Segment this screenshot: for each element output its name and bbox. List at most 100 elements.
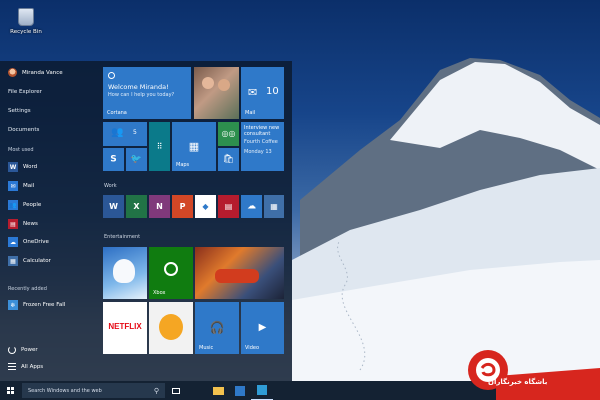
- nav-settings[interactable]: Settings: [8, 108, 31, 114]
- onedrive-icon: ☁: [8, 237, 18, 247]
- mail-icon: ✉: [8, 181, 18, 191]
- news-tile[interactable]: ▤: [218, 195, 239, 218]
- music-tile[interactable]: 🎧 Music: [195, 302, 239, 354]
- nav-documents[interactable]: Documents: [8, 127, 39, 133]
- start-menu: Miranda Vance File Explorer Settings Doc…: [0, 61, 292, 381]
- search-box[interactable]: Search Windows and the web ⚲: [22, 383, 165, 398]
- news-icon: ▤: [224, 201, 233, 211]
- app-people[interactable]: 👥 People: [8, 200, 41, 210]
- headphones-icon: 🎧: [209, 320, 225, 335]
- file-explorer-icon: [212, 386, 224, 395]
- cortana-label: Cortana: [107, 110, 127, 116]
- recycle-bin-label: Recycle Bin: [10, 29, 42, 35]
- nav-file-explorer[interactable]: File Explorer: [8, 89, 42, 95]
- user-name: Miranda Vance: [22, 69, 63, 76]
- recently-added-heading: Recently added: [8, 286, 47, 292]
- video-tile[interactable]: ▶ Video: [241, 302, 284, 354]
- app-label: Word: [23, 164, 38, 170]
- mail-label: Mail: [245, 110, 256, 116]
- excel-tile[interactable]: X: [126, 195, 147, 218]
- photo-face: [218, 79, 230, 91]
- app-news[interactable]: ▤ News: [8, 219, 38, 229]
- calculator-tile[interactable]: ▦: [264, 195, 284, 218]
- news-icon: ▤: [8, 219, 18, 229]
- twitter-icon: 🐦: [130, 154, 143, 164]
- powerpoint-tile[interactable]: P: [172, 195, 193, 218]
- app-label: People: [23, 202, 42, 208]
- photo-face: [202, 77, 214, 89]
- app-onedrive[interactable]: ☁ OneDrive: [8, 237, 49, 247]
- task-view-button[interactable]: [165, 381, 187, 400]
- netflix-logo: NETFLIX: [108, 322, 142, 331]
- edge-button[interactable]: [229, 381, 251, 400]
- work-heading: Work: [104, 183, 117, 189]
- user-account[interactable]: Miranda Vance: [8, 68, 63, 77]
- app-frozen-free-fall[interactable]: ❄ Frozen Free Fall: [8, 300, 65, 310]
- power-icon: [8, 346, 16, 354]
- search-icon: ⚲: [153, 386, 159, 395]
- phone-tile[interactable]: ⠿: [149, 122, 170, 171]
- mail-tile[interactable]: ✉ 10 Mail: [241, 67, 284, 119]
- tripadvisor-icon: ◎◎: [221, 129, 236, 139]
- netflix-tile[interactable]: NETFLIX: [103, 302, 147, 354]
- video-label: Video: [245, 345, 260, 351]
- xbox-icon: [164, 262, 178, 276]
- recycle-bin[interactable]: Recycle Bin: [6, 8, 46, 35]
- tripadvisor-tile[interactable]: ◎◎: [218, 122, 239, 146]
- play-icon: ▶: [258, 321, 267, 333]
- maps-icon: ▦: [188, 139, 200, 153]
- phone-dialpad-icon: ⠿: [156, 141, 163, 151]
- app-label: Frozen Free Fall: [23, 302, 66, 308]
- onedrive-icon: ☁: [247, 201, 256, 211]
- xbox-tile[interactable]: Xbox: [149, 247, 193, 299]
- calendar-tile[interactable]: Interview new consultant Fourth Coffee M…: [241, 122, 284, 171]
- app-calculator[interactable]: ▦ Calculator: [8, 256, 51, 266]
- watermark-text: باشگاه خبرنگاران: [488, 378, 548, 386]
- xbox-label: Xbox: [153, 290, 166, 296]
- store-tile[interactable]: 🛍: [218, 148, 239, 171]
- file-explorer-button[interactable]: [207, 381, 229, 400]
- edge-icon: [235, 385, 245, 396]
- maps-tile[interactable]: ▦ Maps: [172, 122, 216, 171]
- app-label: Mail: [23, 183, 35, 189]
- cortana-tile[interactable]: Welcome Miranda! How can I help you toda…: [103, 67, 191, 119]
- remote-desktop-tile[interactable]: ◆: [195, 195, 216, 218]
- remote-desktop-icon: ◆: [202, 201, 209, 211]
- people-tile[interactable]: 👥 5: [103, 122, 147, 146]
- app-label: Calculator: [23, 258, 51, 264]
- word-icon: W: [8, 162, 18, 172]
- all-apps-label: All Apps: [21, 363, 44, 370]
- all-apps-icon: [8, 363, 16, 370]
- people-badge: 5: [133, 129, 137, 136]
- racing-game-tile[interactable]: [195, 247, 284, 299]
- frozen-free-fall-tile[interactable]: [103, 247, 147, 299]
- calendar-location: Fourth Coffee: [244, 139, 278, 145]
- photos-tile[interactable]: [194, 67, 239, 119]
- app-label: OneDrive: [23, 239, 49, 245]
- all-apps-button[interactable]: All Apps: [8, 363, 43, 370]
- most-used-heading: Most used: [8, 147, 34, 153]
- calendar-event-title: Interview new consultant: [244, 125, 280, 137]
- word-tile[interactable]: W: [103, 195, 124, 218]
- power-button[interactable]: Power: [8, 346, 38, 354]
- skype-tile[interactable]: S: [103, 148, 124, 171]
- start-button[interactable]: [0, 381, 20, 400]
- store-icon: [257, 385, 267, 395]
- twitter-tile[interactable]: 🐦: [126, 148, 147, 171]
- onenote-tile[interactable]: N: [149, 195, 170, 218]
- calculator-icon: ▦: [270, 201, 278, 211]
- skype-icon: S: [110, 154, 117, 164]
- store-icon: 🛍: [222, 154, 235, 164]
- app-mail[interactable]: ✉ Mail: [8, 181, 34, 191]
- store-taskbar-button[interactable]: [251, 381, 273, 400]
- cortana-icon: [108, 72, 115, 79]
- onedrive-tile[interactable]: ☁: [241, 195, 262, 218]
- power-label: Power: [21, 347, 38, 353]
- excel-icon: X: [133, 201, 140, 211]
- start-left-column: Miranda Vance File Explorer Settings Doc…: [0, 61, 96, 381]
- bird-game-tile[interactable]: [149, 302, 193, 354]
- maps-label: Maps: [176, 162, 190, 168]
- app-word[interactable]: W Word: [8, 162, 37, 172]
- people-icon: 👥: [111, 127, 124, 138]
- word-icon: W: [109, 201, 118, 211]
